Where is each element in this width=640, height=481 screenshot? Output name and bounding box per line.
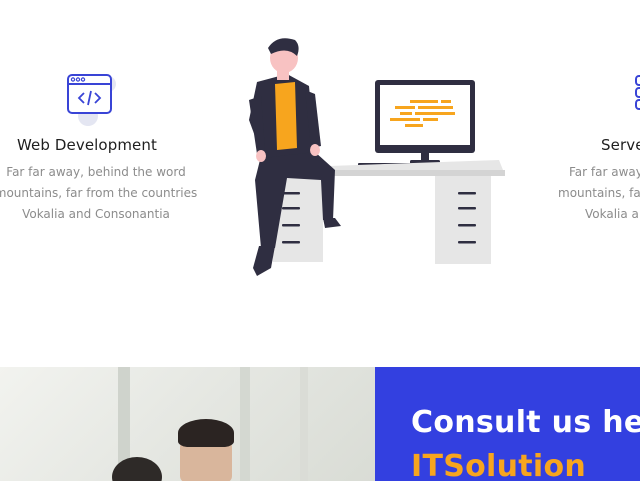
description-line: Vokalia a <box>585 207 639 221</box>
service-description: Far far away mountains, fa Vokalia a <box>558 162 640 225</box>
consult-heading: Consult us here <box>411 405 640 440</box>
description-line: Far far away, behind the word <box>6 165 186 179</box>
team-photo <box>0 367 375 481</box>
service-title: Web Development <box>17 136 157 154</box>
service-title: Serve <box>601 136 640 154</box>
description-line: mountains, fa <box>558 186 640 200</box>
description-line: Far far away <box>569 165 640 179</box>
code-window-icon <box>67 74 116 126</box>
server-icon <box>635 75 640 110</box>
description-line: mountains, far from the countries <box>0 186 198 200</box>
description-line: Vokalia and Consonantia <box>22 207 170 221</box>
window-frame <box>300 367 308 481</box>
consult-brand: ITSolution <box>411 449 587 481</box>
person-hair <box>178 419 234 447</box>
consult-panel: Consult us here ITSolution <box>375 367 640 481</box>
window-frame <box>240 367 250 481</box>
developer-at-desk-illustration <box>249 38 505 276</box>
service-description: Far far away, behind the word mountains,… <box>0 162 201 225</box>
